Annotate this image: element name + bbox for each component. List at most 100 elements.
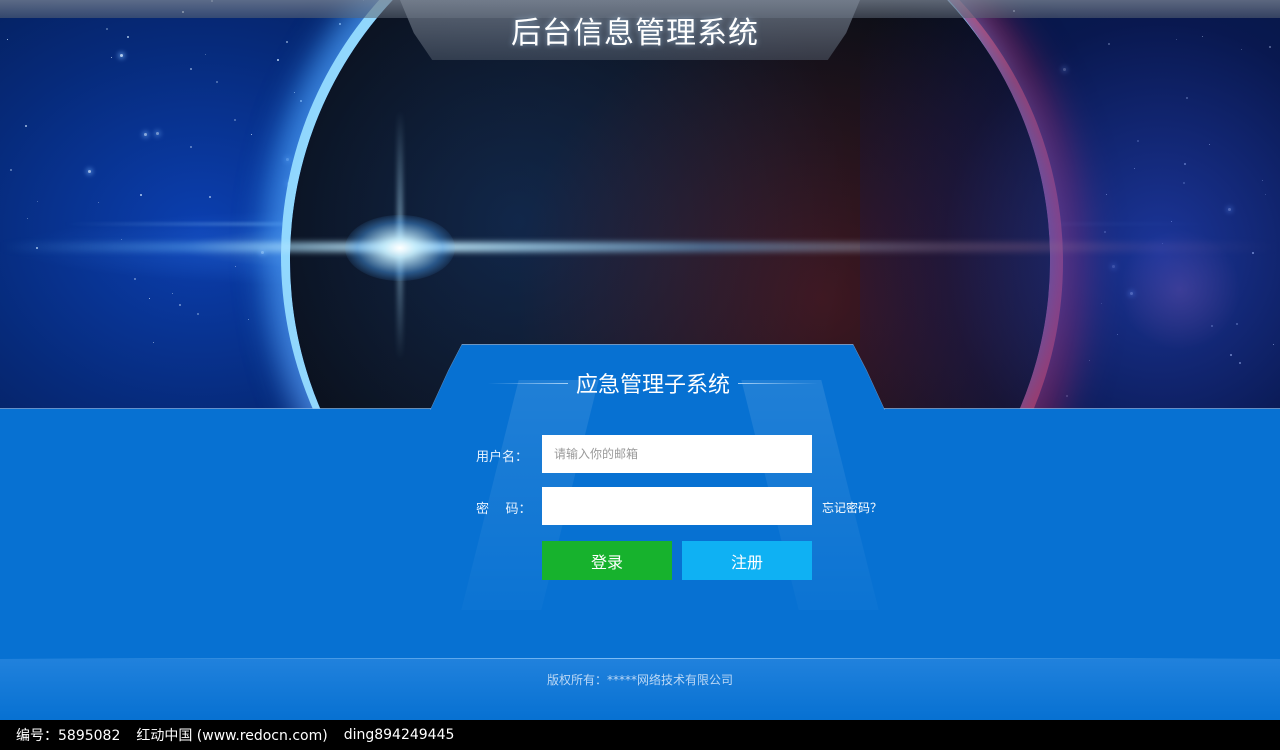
star-dot — [1210, 325, 1213, 328]
star-dot — [9, 168, 12, 171]
footer-glow — [0, 659, 1280, 720]
star-dot — [6, 38, 8, 40]
star-dot — [1000, 103, 1003, 106]
star-dot — [248, 319, 250, 321]
star-dot — [1228, 208, 1232, 212]
star-dot — [872, 286, 876, 290]
lens-flare-beam — [0, 242, 1280, 252]
star-dot — [286, 182, 290, 186]
star-dot — [106, 27, 109, 30]
star-dot — [87, 169, 91, 173]
forgot-password-link[interactable]: 忘记密码？ — [822, 499, 882, 516]
star-dot — [285, 157, 289, 161]
star-dot — [909, 272, 913, 276]
star-dot — [171, 293, 173, 295]
star-dot — [120, 54, 124, 58]
login-title: 应急管理子系统 — [576, 373, 731, 398]
star-dot — [139, 193, 142, 196]
star-dot — [152, 342, 154, 344]
username-input[interactable] — [542, 435, 812, 473]
star-dot — [134, 278, 137, 281]
star-dot — [901, 217, 905, 221]
star-dot — [1011, 286, 1013, 288]
login-heading: 应急管理子系统 — [488, 367, 819, 399]
star-dot — [1239, 361, 1242, 364]
watermark-id: 编号：5895082 — [16, 728, 121, 744]
star-dot — [190, 67, 193, 70]
star-dot — [338, 23, 341, 26]
username-label: 用户名： — [476, 450, 529, 465]
star-dot — [1088, 360, 1090, 361]
star-dot — [250, 134, 252, 136]
star-dot — [1116, 333, 1118, 335]
star-dot — [1103, 230, 1106, 233]
star-dot — [1236, 323, 1239, 326]
star-dot — [1183, 163, 1186, 166]
copyright-text: 版权所有：*****网络技术有限公司 — [546, 673, 733, 687]
star-dot — [1261, 180, 1263, 182]
star-dot — [277, 58, 280, 61]
star-dot — [196, 312, 199, 315]
heading-line-left — [488, 382, 568, 384]
star-dot — [190, 145, 193, 148]
star-dot — [1241, 48, 1243, 50]
star-dot — [26, 217, 28, 219]
star-dot — [98, 201, 100, 203]
star-dot — [37, 201, 39, 203]
star-dot — [884, 54, 886, 56]
star-dot — [233, 119, 236, 122]
heading-line-right — [738, 382, 819, 384]
star-dot — [24, 125, 27, 128]
register-button[interactable]: 注册 — [682, 541, 812, 580]
star-dot — [998, 280, 1000, 282]
star-dot — [951, 213, 953, 215]
star-dot — [127, 35, 130, 38]
star-dot — [943, 108, 946, 111]
star-dot — [156, 131, 160, 135]
star-dot — [1137, 139, 1140, 142]
star-dot — [1112, 265, 1116, 269]
star-dot — [860, 144, 863, 147]
star-dot — [294, 91, 296, 93]
password-label: 密 码： — [476, 502, 532, 517]
star-dot — [1101, 302, 1103, 304]
star-dot — [208, 196, 211, 199]
star-dot — [205, 54, 207, 56]
star-dot — [1161, 242, 1163, 244]
star-dot — [1202, 36, 1204, 38]
star-dot — [1108, 43, 1111, 46]
star-dot — [148, 298, 150, 300]
star-dot — [1265, 193, 1267, 195]
star-dot — [967, 38, 970, 41]
login-button[interactable]: 登录 — [542, 541, 672, 580]
star-dot — [1015, 362, 1018, 365]
star-dot — [111, 57, 113, 59]
star-dot — [1273, 343, 1275, 345]
star-dot — [300, 99, 303, 102]
watermark-author: ding894249445 — [343, 727, 455, 743]
star-dot — [1185, 96, 1188, 99]
lens-flare-core — [345, 215, 455, 281]
star-dot — [1176, 39, 1178, 41]
star-dot — [144, 132, 148, 136]
footer-divider — [0, 658, 1280, 659]
star-dot — [121, 238, 123, 240]
star-dot — [1183, 182, 1186, 185]
star-dot — [1129, 292, 1133, 296]
star-dot — [215, 81, 218, 84]
star-dot — [235, 266, 237, 268]
password-input[interactable] — [542, 487, 812, 525]
star-dot — [286, 41, 289, 43]
star-dot — [1209, 144, 1211, 146]
star-dot — [1252, 252, 1255, 255]
site-title: 后台信息管理系统 — [511, 16, 759, 51]
watermark-bar: 编号：5895082 红动中国 (www.redocn.com) ding894… — [0, 720, 1280, 750]
star-dot — [1134, 168, 1135, 170]
star-dot — [1170, 220, 1172, 222]
star-dot — [870, 292, 873, 295]
star-dot — [1006, 173, 1008, 175]
watermark-site: 红动中国 (www.redocn.com) — [136, 728, 328, 744]
star-dot — [1105, 193, 1107, 195]
star-dot — [905, 282, 907, 284]
star-dot — [1063, 68, 1067, 72]
